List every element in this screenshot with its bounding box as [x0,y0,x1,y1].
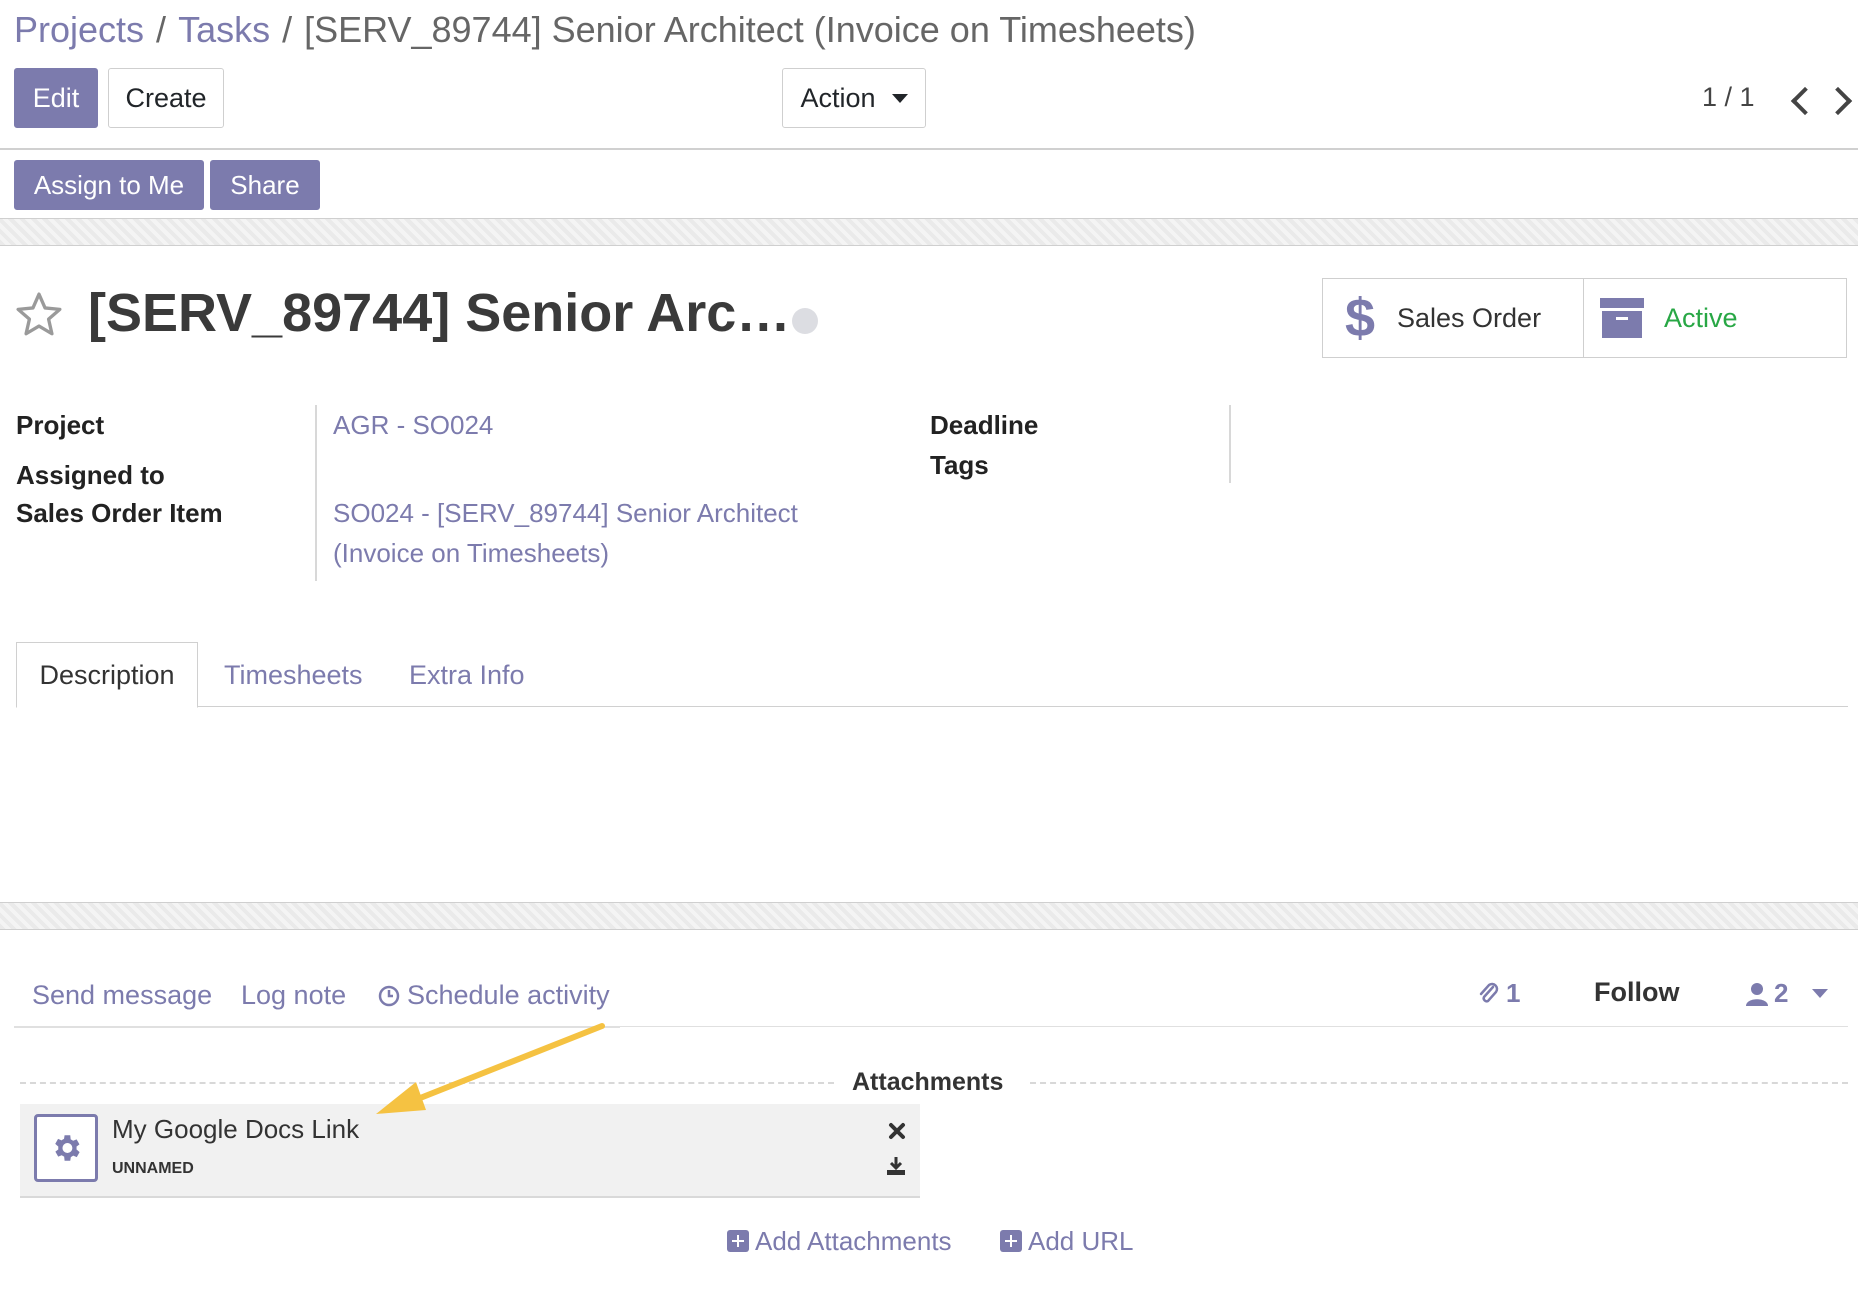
chatter-topbar-divider [620,1026,1848,1027]
field-divider [1229,405,1231,483]
caret-down-icon [891,93,908,103]
schedule-activity-label: Schedule activity [407,980,610,1010]
plus-square-icon [1000,1230,1022,1252]
sheet-top-band [0,218,1858,246]
field-divider [315,405,317,581]
schedule-activity-link[interactable]: Schedule activity [378,980,610,1011]
chevron-right-icon [1823,86,1853,116]
assigned-to-label: Assigned to [16,460,165,490]
caret-down-icon [1812,989,1829,998]
add-url-label: Add URL [1028,1226,1134,1256]
tab-extra-info[interactable]: Extra Info [409,660,525,691]
project-value-link[interactable]: AGR - SO024 [333,405,493,445]
add-attachments-button[interactable]: Add Attachments [727,1226,952,1257]
sales-order-label: Sales Order [1397,302,1542,333]
download-icon[interactable] [886,1156,906,1176]
action-label: Action [800,82,876,113]
create-button[interactable]: Create [108,68,224,128]
attachment-count: 1 [1506,978,1521,1008]
breadcrumb-separator: / [156,9,167,50]
tab-timesheets[interactable]: Timesheets [224,660,363,691]
tabs-baseline [198,706,1848,707]
control-panel-divider [0,148,1858,150]
archive-icon [1600,298,1644,338]
attachment-subtitle: UNNAMED [112,1160,194,1177]
follower-count: 2 [1774,978,1789,1008]
sales-order-smart-button[interactable]: $ Sales Order [1322,278,1584,358]
chevron-left-icon [1790,86,1820,116]
tab-description[interactable]: Description [16,642,198,708]
sales-order-item-line2: (Invoice on Timesheets) [333,538,610,568]
clock-icon [378,985,400,1006]
action-dropdown[interactable]: Action [782,68,926,128]
attachments-divider-right [1030,1082,1848,1084]
sheet-bottom-band [0,902,1858,930]
annotation-arrow-icon [376,1023,605,1114]
assign-to-me-button[interactable]: Assign to Me [14,160,204,210]
gear-icon [55,1135,80,1161]
breadcrumb-tasks[interactable]: Tasks [178,8,270,52]
log-note-link[interactable]: Log note [241,980,346,1011]
close-icon[interactable] [888,1122,906,1140]
pager-next-button[interactable] [1823,84,1858,118]
plus-square-icon [727,1230,749,1252]
sales-order-item-link[interactable]: SO024 - [SERV_89744] Senior Architect (I… [333,493,798,573]
share-button[interactable]: Share [210,160,320,210]
deadline-label: Deadline [930,410,1039,440]
followers-dropdown[interactable]: 2 [1746,978,1829,1009]
active-smart-button[interactable]: Active [1583,278,1847,358]
breadcrumb: Projects / Tasks / [SERV_89744] Senior A… [14,8,1196,52]
follow-button[interactable]: Follow [1594,977,1679,1008]
breadcrumb-current: [SERV_89744] Senior Architect (Invoice o… [304,9,1196,50]
svg-text:$: $ [1345,291,1375,345]
attachment-counter-button[interactable]: 1 [1478,978,1520,1009]
attachments-title: Attachments [852,1068,1004,1096]
pager-value[interactable]: 1 / 1 [1702,82,1755,113]
dollar-icon: $ [1345,291,1375,345]
sales-order-item-label: Sales Order Item [16,498,223,528]
breadcrumb-projects[interactable]: Projects [14,8,144,52]
active-label: Active [1664,302,1738,333]
sales-order-item-line1: SO024 - [SERV_89744] Senior Architect [333,498,798,528]
project-label: Project [16,410,105,440]
tags-label: Tags [930,450,989,480]
add-attachments-label: Add Attachments [755,1226,952,1256]
edit-button[interactable]: Edit [14,68,98,128]
attachment-thumbnail[interactable] [34,1114,98,1182]
user-icon [1746,982,1768,1006]
attachment-name: My Google Docs Link [112,1114,360,1144]
add-url-button[interactable]: Add URL [1000,1226,1134,1257]
task-title: [SERV_89744] Senior Arc… [88,283,791,343]
star-icon[interactable] [14,290,64,340]
pager-previous-button[interactable] [1784,84,1820,118]
breadcrumb-separator: / [282,9,293,50]
send-message-link[interactable]: Send message [32,980,212,1011]
kanban-state-indicator[interactable] [792,308,818,334]
description-editor[interactable] [16,708,1848,898]
paperclip-icon [1479,982,1499,1003]
